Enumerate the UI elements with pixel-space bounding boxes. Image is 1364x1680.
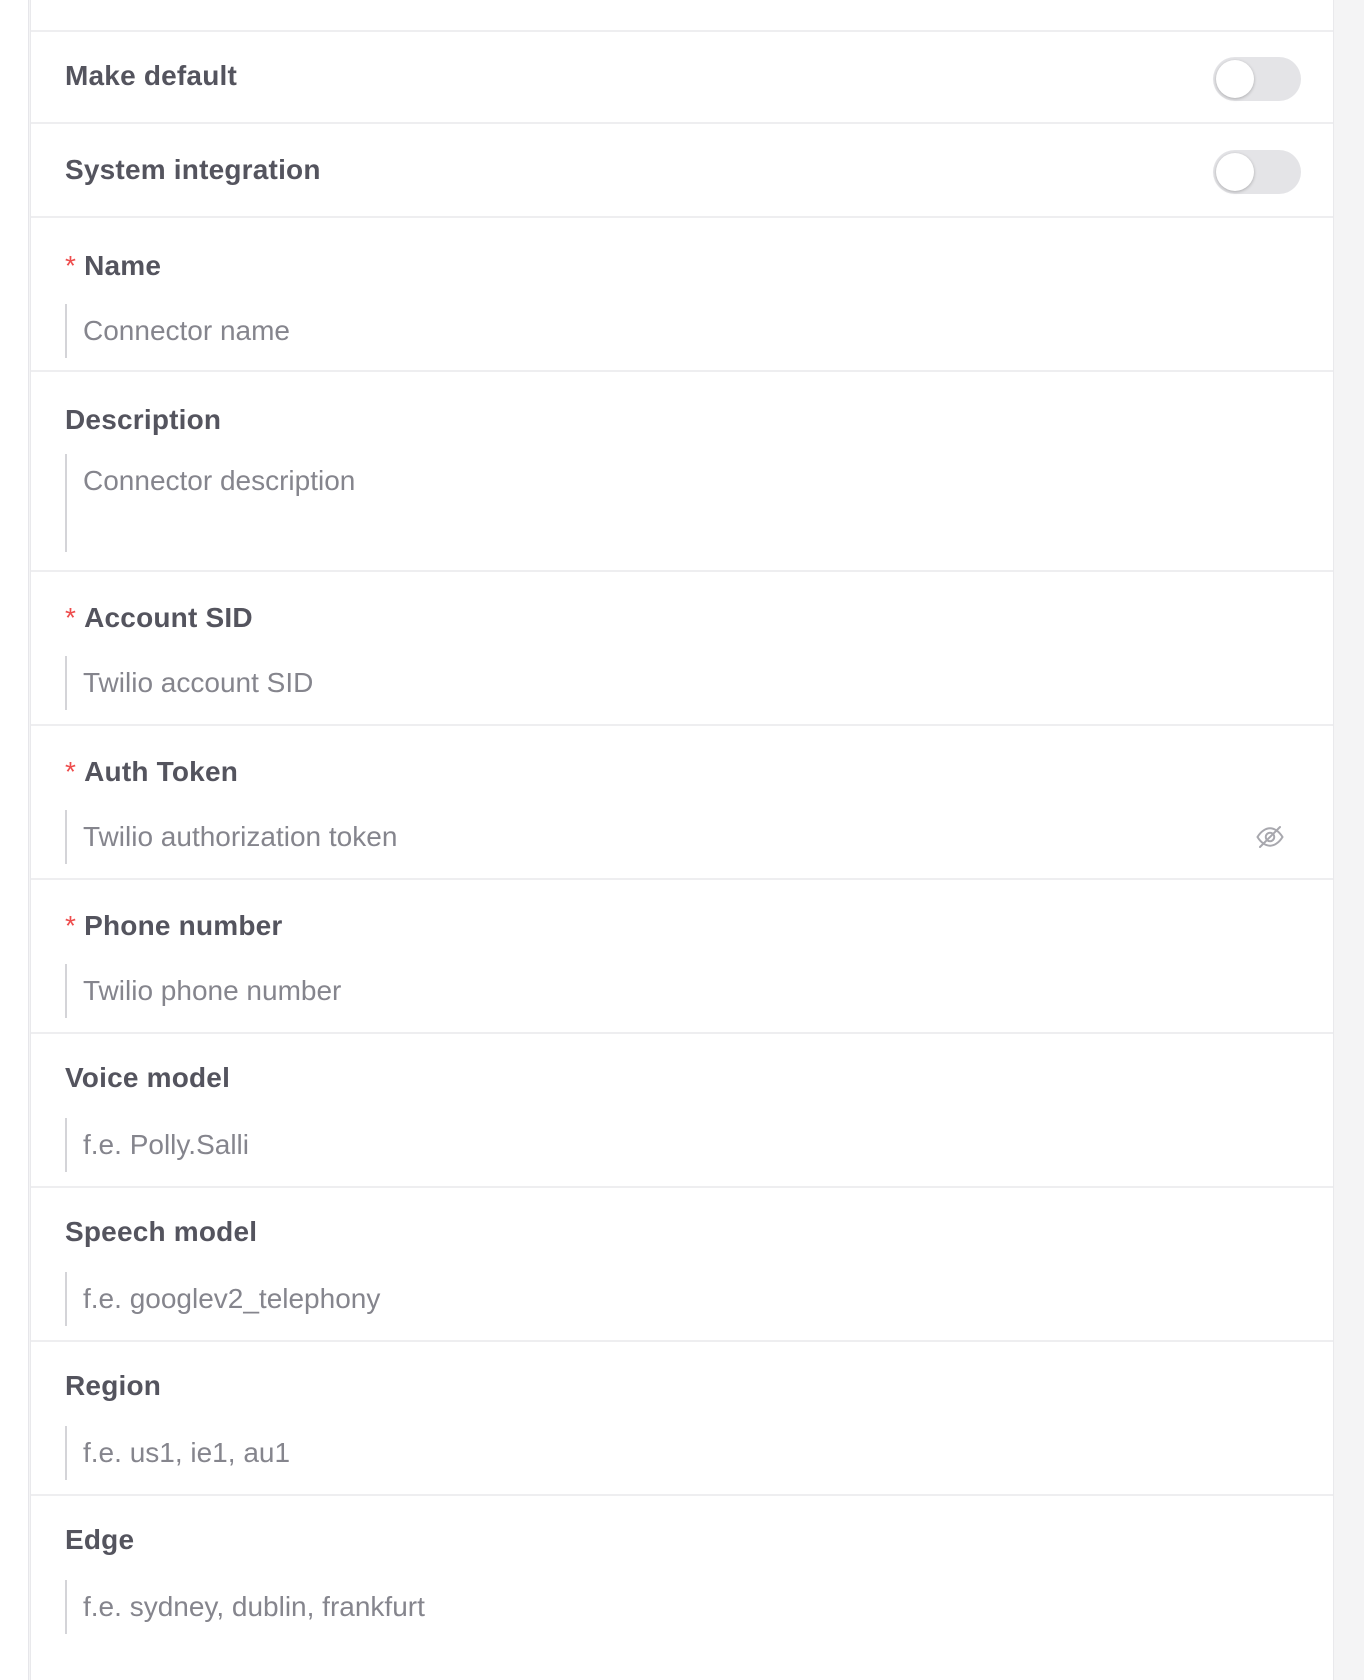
name-label-text: Name	[84, 250, 162, 281]
speech-model-field-row: Speech model	[31, 1188, 1333, 1342]
account-sid-field-row: * Account SID	[31, 572, 1333, 726]
speech-model-label: Speech model	[65, 1216, 258, 1247]
eye-slash-icon[interactable]	[1255, 822, 1285, 852]
make-default-label: Make default	[65, 60, 237, 91]
description-textarea[interactable]	[65, 454, 1295, 552]
phone-number-label: * Phone number	[65, 910, 283, 942]
name-field-row: * Name	[31, 218, 1333, 372]
edge-input[interactable]	[65, 1580, 1295, 1634]
voice-model-input[interactable]	[65, 1118, 1295, 1172]
account-sid-label-text: Account SID	[84, 602, 253, 633]
account-sid-label: * Account SID	[65, 602, 253, 634]
system-integration-toggle[interactable]	[1213, 150, 1301, 194]
voice-model-label: Voice model	[65, 1062, 231, 1093]
connector-form-panel: Make default System integration *Name De…	[30, 0, 1334, 1680]
phone-number-input[interactable]	[65, 964, 1295, 1018]
phone-number-label-text: Phone number	[84, 910, 283, 941]
auth-token-label: * Auth Token	[65, 756, 238, 788]
edge-field-row: Edge	[31, 1496, 1333, 1650]
edge-label: Edge	[65, 1524, 135, 1555]
region-field-row: Region	[31, 1342, 1333, 1496]
name-label: * Name	[65, 250, 161, 282]
make-default-row: Make default	[31, 32, 1333, 124]
required-marker: *	[65, 910, 77, 941]
form-top-divider	[31, 0, 1333, 32]
name-input[interactable]	[65, 304, 1295, 358]
form-bottom-area	[31, 1648, 1333, 1680]
voice-model-field-row: Voice model	[31, 1034, 1333, 1188]
required-marker: *	[65, 756, 77, 787]
account-sid-input[interactable]	[65, 656, 1295, 710]
description-label: Description	[65, 404, 222, 435]
auth-token-input[interactable]	[65, 810, 1295, 864]
make-default-toggle[interactable]	[1213, 57, 1301, 101]
phone-number-field-row: * Phone number	[31, 880, 1333, 1034]
right-scroll-area	[1334, 0, 1364, 1680]
toggle-knob	[1216, 153, 1254, 191]
left-gutter	[0, 0, 29, 1680]
required-marker: *	[65, 602, 77, 633]
auth-token-label-text: Auth Token	[84, 756, 239, 787]
region-input[interactable]	[65, 1426, 1295, 1480]
required-marker: *	[65, 250, 77, 281]
description-field-row: Description	[31, 372, 1333, 572]
auth-token-field-row: * Auth Token	[31, 726, 1333, 880]
speech-model-input[interactable]	[65, 1272, 1295, 1326]
system-integration-row: System integration	[31, 124, 1333, 218]
toggle-knob	[1216, 60, 1254, 98]
system-integration-label: System integration	[65, 154, 321, 185]
region-label: Region	[65, 1370, 162, 1401]
